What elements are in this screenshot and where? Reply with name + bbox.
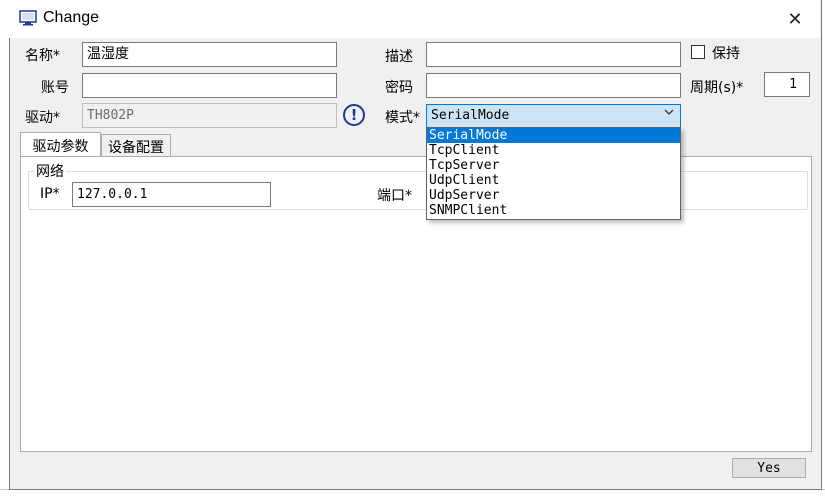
mode-select[interactable]: SerialMode: [426, 104, 681, 128]
window-title: Change: [43, 9, 100, 26]
period-label: 周期(s)*: [690, 80, 744, 96]
mode-option-udpclient[interactable]: UdpClient: [427, 173, 680, 188]
computer-icon: [19, 10, 37, 26]
description-input[interactable]: [426, 42, 681, 67]
password-input[interactable]: [426, 73, 681, 98]
keep-checkbox[interactable]: [691, 45, 705, 59]
ip-label: IP*: [40, 186, 60, 202]
mode-option-serialmode[interactable]: SerialMode: [427, 128, 680, 143]
mode-option-tcpclient[interactable]: TcpClient: [427, 143, 680, 158]
mode-option-tcpserver[interactable]: TcpServer: [427, 158, 680, 173]
driver-input: TH802P: [82, 103, 337, 128]
password-label: 密码: [385, 80, 413, 96]
title-bar[interactable]: [9, 0, 820, 38]
account-input[interactable]: [82, 73, 337, 98]
close-button[interactable]: ✕: [780, 6, 810, 32]
keep-label: 保持: [712, 46, 740, 62]
name-label: 名称*: [25, 48, 60, 64]
exclamation-icon[interactable]: !: [343, 104, 365, 126]
mode-dropdown-list[interactable]: SerialMode TcpClient TcpServer UdpClient…: [426, 127, 681, 220]
period-input[interactable]: 1: [764, 72, 810, 97]
port-label: 端口*: [377, 188, 412, 204]
ip-input[interactable]: 127.0.0.1: [72, 182, 271, 207]
mode-option-snmpclient[interactable]: SNMPClient: [427, 203, 680, 218]
driver-label: 驱动*: [25, 110, 60, 126]
description-label: 描述: [385, 49, 413, 65]
mode-option-udpserver[interactable]: UdpServer: [427, 188, 680, 203]
mode-select-value: SerialMode: [431, 108, 510, 123]
close-icon: ✕: [787, 8, 803, 30]
account-label: 账号: [41, 80, 69, 96]
tab-driver-params[interactable]: 驱动参数: [20, 132, 101, 158]
tab-device-config[interactable]: 设备配置: [101, 134, 171, 158]
mode-label: 模式*: [385, 110, 420, 126]
chevron-down-icon[interactable]: [663, 106, 675, 121]
name-input[interactable]: 温湿度: [82, 42, 337, 67]
yes-button[interactable]: Yes: [732, 458, 806, 478]
network-group-title: 网络: [34, 161, 66, 181]
